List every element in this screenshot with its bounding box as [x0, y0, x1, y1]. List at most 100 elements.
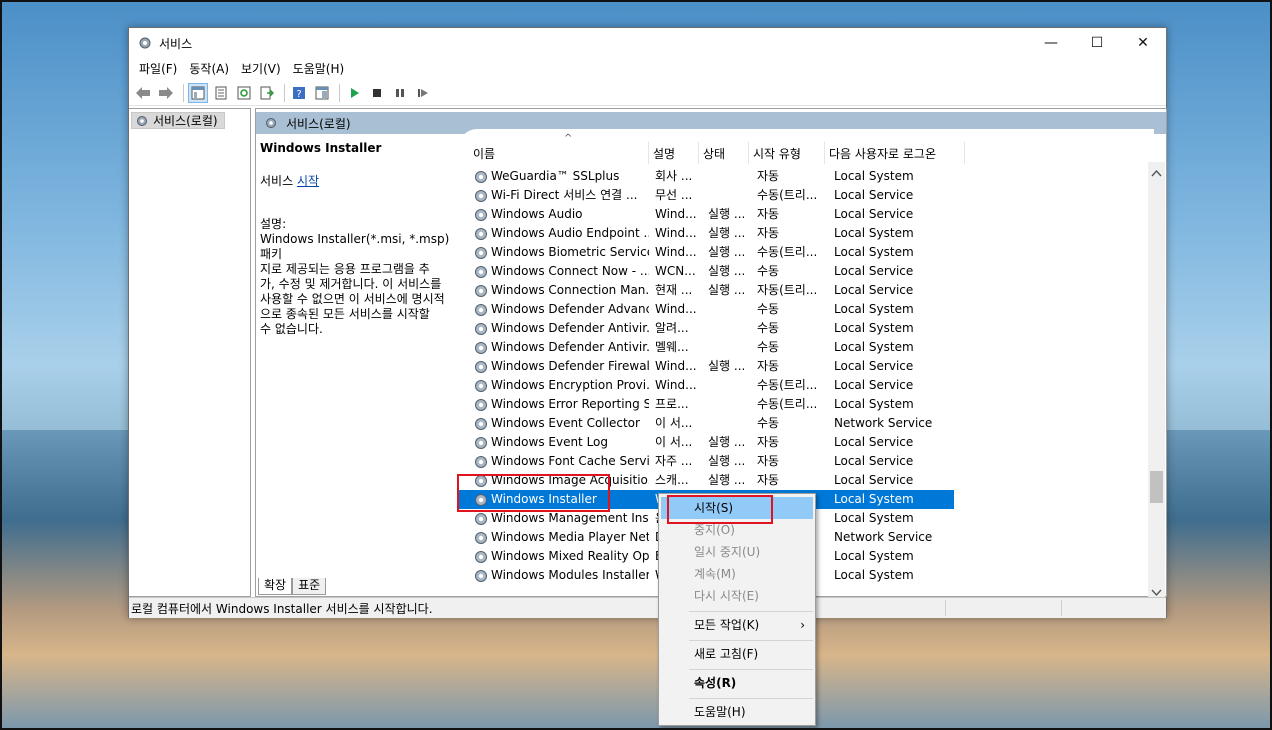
service-status-cell: 실행 ...: [708, 473, 746, 487]
show-hide-icon[interactable]: [312, 83, 332, 103]
column-header-name[interactable]: ^ 이름: [469, 133, 649, 164]
menu-separator: [689, 640, 813, 641]
service-description-cell: 알려...: [655, 321, 689, 335]
menu-view[interactable]: 보기(V): [241, 60, 281, 77]
menu-item-refresh[interactable]: 새로 고침(F): [661, 643, 813, 665]
service-gear-icon: [475, 265, 487, 278]
title-bar[interactable]: 서비스 — ☐ ✕: [129, 28, 1166, 58]
refresh-icon[interactable]: [234, 83, 254, 103]
service-startup-cell: 수동: [757, 302, 780, 316]
service-logon-cell: Local Service: [834, 359, 914, 373]
table-row[interactable]: Windows Encryption Provi... Wind... 수동(트리.…: [459, 376, 1154, 395]
description-line: 지로 제공되는 응용 프로그램을 추: [260, 262, 430, 276]
menu-help[interactable]: 도움말(H): [293, 60, 345, 77]
service-logon-cell: Local Service: [834, 188, 914, 202]
start-service-icon[interactable]: [344, 83, 364, 103]
maximize-button[interactable]: ☐: [1074, 28, 1120, 58]
service-startup-cell: 자동: [757, 359, 780, 373]
column-header-description[interactable]: 설명: [649, 142, 699, 164]
submenu-arrow-icon: ›: [800, 618, 805, 632]
close-button[interactable]: ✕: [1120, 28, 1166, 58]
pane-header-title: 서비스(로컬): [286, 116, 351, 131]
column-header-startup-type[interactable]: 시작 유형: [749, 142, 825, 164]
toolbar-separator: [339, 83, 340, 102]
service-status-cell: 실행 ...: [708, 454, 746, 468]
toolbar-separator: [183, 83, 184, 102]
status-text: 로컬 컴퓨터에서 Windows Installer 서비스를 시작합니다.: [131, 601, 433, 616]
service-name-cell: Windows Mixed Reality Op...: [473, 547, 649, 566]
service-description-cell: 이 서...: [655, 435, 693, 449]
service-gear-icon: [475, 170, 487, 183]
table-row[interactable]: Windows Defender Antivir... 알려... 수동 Local …: [459, 319, 1154, 338]
menu-item-help[interactable]: 도움말(H): [661, 701, 813, 723]
properties-sheet-icon[interactable]: [211, 83, 231, 103]
table-row[interactable]: Windows Audio Wind... 실행 ... 자동 Local Servic…: [459, 205, 1154, 224]
service-startup-cell: 자동(트리...: [757, 283, 818, 297]
service-status-cell: [708, 376, 748, 395]
start-service-link[interactable]: 시작: [297, 174, 319, 188]
service-logon-cell: Local System: [834, 226, 914, 240]
table-row[interactable]: Windows Event Collector 이 서... 수동 Network S…: [459, 414, 1154, 433]
service-status-cell: 실행 ...: [708, 264, 746, 278]
service-logon-cell: Local System: [834, 340, 914, 354]
table-row[interactable]: Windows Error Reporting S... 프로... 수동(트리..…: [459, 395, 1154, 414]
service-status-cell: [708, 186, 748, 205]
service-name-cell: Windows Error Reporting S...: [473, 395, 649, 414]
description-line: 으로 종속된 모든 서비스를 시작할: [260, 307, 430, 321]
service-logon-cell: Network Service: [834, 416, 933, 430]
table-row[interactable]: Windows Event Log 이 서... 실행 ... 자동 Local Ser…: [459, 433, 1154, 452]
service-status-cell: [708, 395, 748, 414]
pause-service-icon[interactable]: [390, 83, 410, 103]
export-list-icon[interactable]: [257, 83, 277, 103]
service-name-cell: Wi-Fi Direct 서비스 연결 ...: [473, 186, 649, 205]
column-header-logon[interactable]: 다음 사용자로 로그온: [825, 142, 965, 164]
service-gear-icon: [475, 284, 487, 297]
table-row[interactable]: Windows Connect Now - ... WCN... 실행 ... 수동 L…: [459, 262, 1154, 281]
stop-service-icon[interactable]: [367, 83, 387, 103]
service-startup-cell: 자동: [757, 454, 780, 468]
tree-item-services-local[interactable]: 서비스(로컬): [131, 112, 225, 129]
status-bar: 로컬 컴퓨터에서 Windows Installer 서비스를 시작합니다.: [129, 597, 1166, 618]
menu-file[interactable]: 파일(F): [139, 60, 177, 77]
service-startup-cell: 자동: [757, 207, 780, 221]
menu-item-restart[interactable]: 다시 시작(E): [661, 585, 813, 607]
service-name-cell: Windows Biometric Service: [473, 243, 649, 262]
description-label: 설명:: [260, 217, 287, 231]
table-row[interactable]: Windows Defender Antivir... 멜웨... 수동 Local …: [459, 338, 1154, 357]
table-row[interactable]: Windows Biometric Service Wind... 실행 ... 수동…: [459, 243, 1154, 262]
table-row[interactable]: Windows Audio Endpoint ... Wind... 실행 ... 자…: [459, 224, 1154, 243]
service-logon-cell: Local System: [834, 321, 914, 335]
service-status-cell: [708, 319, 748, 338]
table-row[interactable]: Windows Font Cache Service 자주 ... 실행 ... 자동…: [459, 452, 1154, 471]
services-gear-icon: [139, 37, 151, 49]
table-row[interactable]: Windows Defender Advanc... Wind... 수동 Local…: [459, 300, 1154, 319]
menu-item-properties[interactable]: 속성(R): [661, 672, 813, 694]
service-status-cell: 실행 ...: [708, 283, 746, 297]
toolbar: ?: [129, 80, 1166, 106]
table-row[interactable]: WeGuardia™ SSLplus 회사 ... 자동 Local System: [459, 167, 1154, 186]
menu-item-all-tasks[interactable]: 모든 작업(K) ›: [661, 614, 813, 636]
service-startup-cell: 수동: [757, 416, 780, 430]
back-arrow-icon[interactable]: [133, 83, 153, 103]
selected-service-name: Windows Installer: [260, 141, 382, 155]
service-status-cell: [708, 414, 748, 433]
description-line: 가, 수정 및 제거합니다. 이 서비스를: [260, 277, 442, 291]
vertical-scrollbar[interactable]: [1148, 162, 1165, 604]
console-tree-icon[interactable]: [188, 82, 208, 103]
restart-service-icon[interactable]: [413, 83, 433, 103]
menu-item-resume[interactable]: 계속(M): [661, 563, 813, 585]
menu-item-pause[interactable]: 일시 중지(U): [661, 541, 813, 563]
forward-arrow-icon[interactable]: [156, 83, 176, 103]
help-icon[interactable]: ?: [289, 83, 309, 103]
table-row[interactable]: Windows Connection Man... 현재 ... 실행 ... 자동(…: [459, 281, 1154, 300]
tab-extended[interactable]: 확장: [258, 578, 293, 595]
column-header-status[interactable]: 상태: [699, 142, 749, 164]
service-description-cell: 현재 ...: [655, 283, 693, 297]
menu-action[interactable]: 동작(A): [189, 60, 229, 77]
tab-standard[interactable]: 표준: [292, 578, 327, 595]
table-row[interactable]: Windows Defender Firewall Wind... 실행 ... 자동…: [459, 357, 1154, 376]
menu-separator: [689, 669, 813, 670]
service-gear-icon: [475, 436, 487, 449]
table-row[interactable]: Wi-Fi Direct 서비스 연결 ... 무선 ... 수동(트리... Loc…: [459, 186, 1154, 205]
minimize-button[interactable]: —: [1028, 28, 1074, 58]
